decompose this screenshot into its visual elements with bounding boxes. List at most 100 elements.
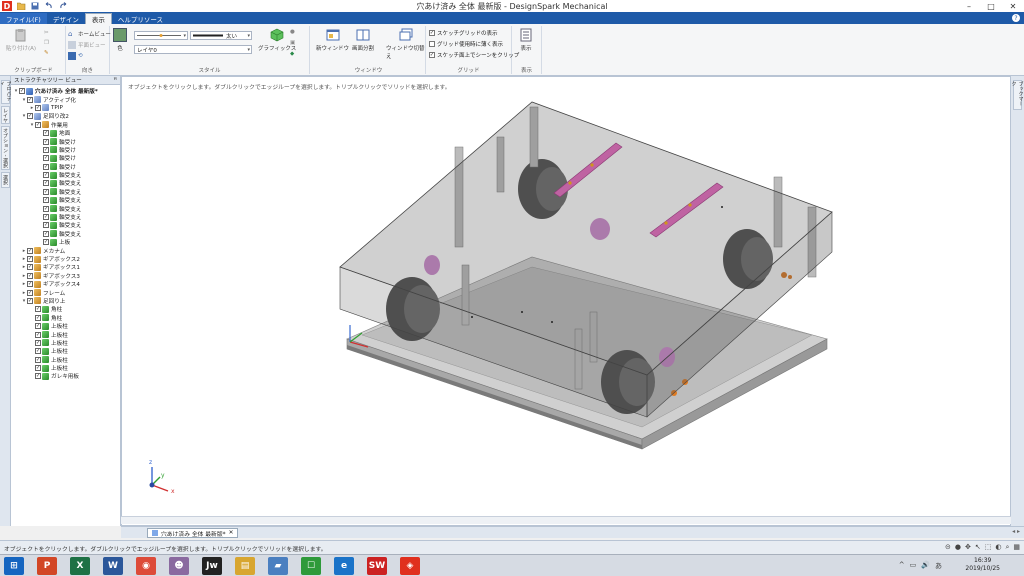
tab-nav-arrows[interactable]: ◂ ▸	[1012, 528, 1020, 535]
tree-item[interactable]: ✓ 上板柱	[11, 339, 120, 347]
powerpoint-icon[interactable]: P	[37, 557, 57, 575]
document-tab[interactable]: 穴あけ済み 全体 最新版* ✕	[147, 528, 239, 538]
tree-item[interactable]: ✓ 軸受け	[11, 163, 120, 171]
chrome-icon[interactable]: ◉	[136, 557, 156, 575]
tree-item[interactable]: ✓ 軸受支え	[11, 196, 120, 204]
tree-item[interactable]: ✓ 地面	[11, 129, 120, 137]
help-icon[interactable]: ?	[1012, 14, 1020, 22]
show-sketch-grid-checkbox[interactable]: ✓ スケッチグリッドの表示	[429, 29, 498, 37]
tree-item[interactable]: ▸ ✓ ギアボックス2	[11, 255, 120, 263]
rotate-icon[interactable]: ⟲	[78, 53, 83, 59]
redo-icon[interactable]	[58, 1, 68, 11]
tree-item[interactable]: ✓ 上板	[11, 238, 120, 246]
close-tab-icon[interactable]: ✕	[229, 530, 234, 536]
designspark-icon[interactable]: ◈	[400, 557, 420, 575]
tree-item[interactable]: ✓ 上板柱	[11, 364, 120, 372]
visibility-checkbox[interactable]: ✓	[43, 222, 49, 229]
color-button[interactable]: 色	[113, 28, 127, 52]
view-cube-button[interactable]: ⟲	[68, 52, 83, 60]
visibility-checkbox[interactable]: ✓	[43, 230, 49, 237]
visibility-checkbox[interactable]: ✓	[43, 197, 49, 204]
visibility-checkbox[interactable]: ✓	[27, 113, 33, 120]
switch-window-button[interactable]: ウィンドウ切替え	[386, 28, 425, 60]
line-style-select[interactable]: ▾	[134, 31, 188, 40]
clip-scene-checkbox[interactable]: ✓ スケッチ面上でシーンをクリップ	[429, 51, 519, 59]
visibility-checkbox[interactable]: ✓	[35, 339, 41, 346]
tree-item[interactable]: ▸ ✓ ギアボックス3	[11, 272, 120, 280]
paste-button[interactable]: 貼り付け(A)	[6, 28, 36, 52]
tree-item[interactable]: ✓ 角柱	[11, 314, 120, 322]
onenote-icon[interactable]: ☐	[301, 557, 321, 575]
tree-item[interactable]: ✓ 軸受支え	[11, 221, 120, 229]
solidworks-icon[interactable]: SW	[367, 557, 387, 575]
ime-icon[interactable]: あ	[935, 561, 942, 571]
tree-item[interactable]: ▸ ✓ フレーム	[11, 288, 120, 297]
visibility-checkbox[interactable]: ✓	[27, 281, 33, 288]
visibility-checkbox[interactable]: ✓	[43, 163, 49, 170]
layer-select[interactable]: レイヤ0 ▾	[134, 45, 252, 54]
save-icon[interactable]	[30, 1, 40, 11]
tree-item[interactable]: ✓ 軸受け	[11, 154, 120, 162]
tree-item[interactable]: ▾ ✓ 足回り上	[11, 297, 120, 305]
tree-item[interactable]: ✓ 軸受支え	[11, 213, 120, 221]
visibility-checkbox[interactable]: ✓	[27, 247, 33, 254]
side-tab-bookmarks[interactable]: ブックマーク	[1011, 80, 1024, 110]
pan-icon[interactable]: ✥	[965, 543, 971, 552]
visibility-checkbox[interactable]: ✓	[27, 289, 33, 296]
fade-grid-checkbox[interactable]: グリッド使用時に薄く表示	[429, 40, 503, 48]
copy-icon[interactable]: ❐	[44, 40, 49, 46]
tree-item[interactable]: ✓ 軸受支え	[11, 188, 120, 196]
visibility-checkbox[interactable]: ✓	[27, 297, 33, 304]
visibility-checkbox[interactable]: ✓	[43, 214, 49, 221]
tree-item[interactable]: ✓ 上板柱	[11, 330, 120, 339]
visibility-checkbox[interactable]: ✓	[43, 180, 49, 187]
visibility-checkbox[interactable]: ✓	[43, 138, 49, 145]
visibility-checkbox[interactable]: ✓	[27, 264, 33, 271]
tree-item[interactable]: ▸ ✓ メカナム	[11, 246, 120, 255]
tree-item[interactable]: ▾ ✓ 穴あけ済み 全体 最新版*	[11, 87, 120, 95]
visibility-checkbox[interactable]: ✓	[35, 306, 41, 313]
edge-icon[interactable]: e	[334, 557, 354, 575]
side-tab-properties[interactable]: プロパティ	[0, 80, 12, 104]
tree-item[interactable]: ✓ 軸受支え	[11, 230, 120, 238]
notebook-icon[interactable]: ▰	[268, 557, 288, 575]
side-tab-select[interactable]: 選択	[1, 172, 10, 188]
volume-icon[interactable]: 🔊	[921, 561, 930, 571]
minimize-button[interactable]: –	[958, 0, 980, 12]
tree-item[interactable]: ✓ 上板柱	[11, 356, 120, 364]
visibility-checkbox[interactable]: ✓	[43, 205, 49, 212]
shade-icon[interactable]: ◐	[995, 543, 1001, 552]
tree-item[interactable]: ✓ 上板柱	[11, 347, 120, 355]
tree-item[interactable]: ▸ ✓ ギアボックス1	[11, 263, 120, 271]
visibility-checkbox[interactable]: ✓	[43, 130, 49, 137]
app-logo[interactable]: D	[2, 1, 12, 11]
visibility-checkbox[interactable]: ✓	[35, 356, 41, 363]
excel-icon[interactable]: X	[70, 557, 90, 575]
line-weight-select[interactable]: 太い ▾	[190, 31, 252, 40]
visibility-checkbox[interactable]: ✓	[27, 256, 33, 262]
tree-item[interactable]: ▾ ✓ アクティブ化	[11, 95, 120, 104]
visibility-checkbox[interactable]: ✓	[35, 348, 41, 355]
visibility-checkbox[interactable]: ✓	[35, 323, 41, 330]
box-icon[interactable]: ▣	[290, 40, 295, 46]
side-tab-options-select[interactable]: オプション - 選択	[1, 126, 10, 170]
tab-file[interactable]: ファイル(F)	[0, 13, 47, 24]
network-icon[interactable]: ▭	[910, 561, 917, 571]
split-screen-button[interactable]: 画面分割	[352, 28, 374, 52]
visibility-checkbox[interactable]: ✓	[35, 373, 41, 380]
grid-icon[interactable]: ▦	[1013, 543, 1020, 552]
visibility-checkbox[interactable]: ✓	[27, 272, 33, 279]
format-painter-icon[interactable]: ✎	[44, 50, 49, 56]
side-tab-layers[interactable]: レイヤ	[1, 106, 10, 124]
word-icon[interactable]: W	[103, 557, 123, 575]
visibility-checkbox[interactable]: ✓	[43, 155, 49, 162]
visibility-checkbox[interactable]: ✓	[35, 104, 41, 111]
home-view-button[interactable]: ⌂ ホームビュー	[68, 30, 111, 38]
visibility-checkbox[interactable]: ✓	[27, 96, 33, 103]
plane-view-button[interactable]: 平面ビュー	[68, 41, 106, 49]
tree-item[interactable]: ✓ 軸受け	[11, 137, 120, 146]
tree-item[interactable]: ✓ ガレキ用板	[11, 372, 120, 380]
render-icon[interactable]: ◆	[290, 51, 294, 57]
select-arrow-icon[interactable]: ↖	[975, 543, 981, 552]
windows-start-icon[interactable]: ⊞	[4, 557, 24, 575]
